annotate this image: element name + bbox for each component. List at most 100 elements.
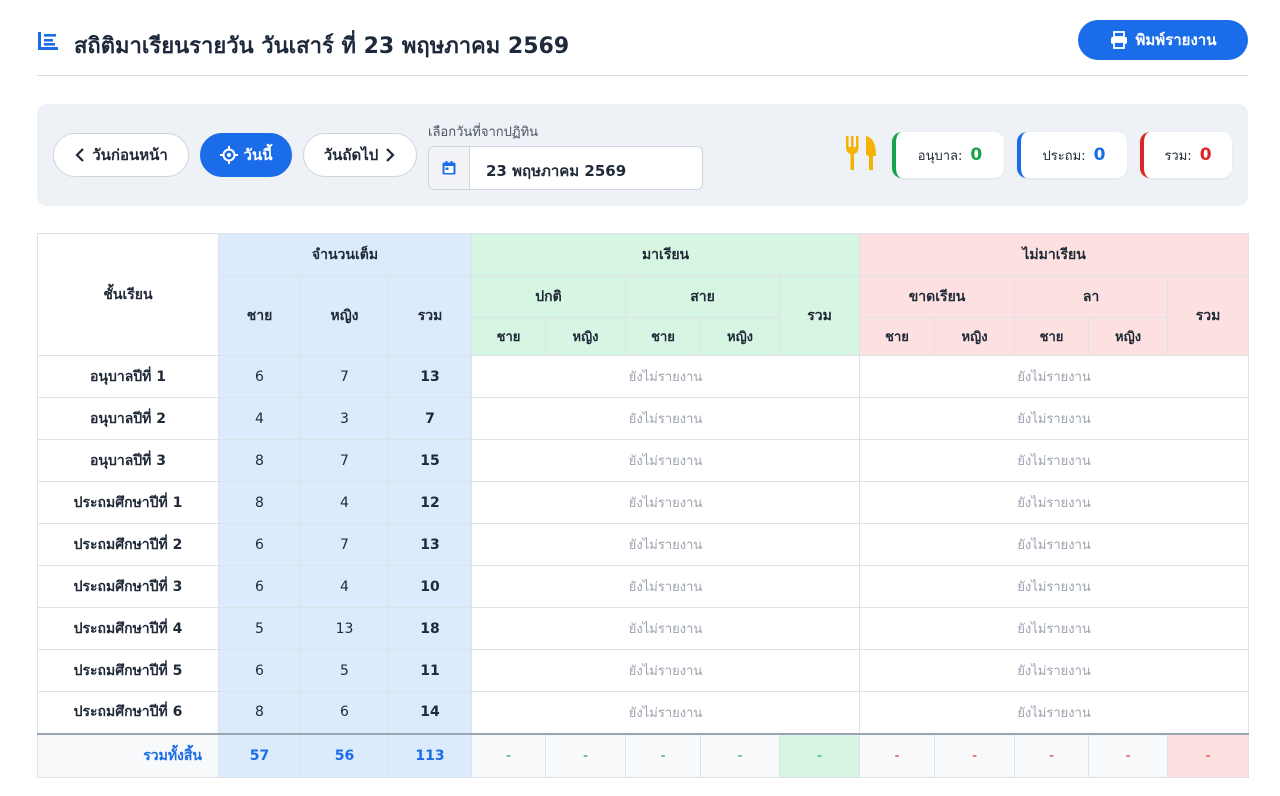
present-status: ยังไม่รายงาน [470, 397, 861, 440]
primary-stat: ประถม: 0 [1017, 132, 1127, 178]
missed-male-header: ชาย [859, 317, 936, 356]
total-late-male: - [625, 732, 701, 778]
date-picker-input[interactable]: 23 พฤษภาคม 2569 [428, 146, 703, 190]
total-count: 7 [388, 397, 472, 440]
next-day-label: วันถัดไป [323, 146, 379, 164]
female-count: 5 [300, 649, 389, 692]
present-status: ยังไม่รายงาน [470, 607, 861, 650]
male-count: 6 [218, 523, 301, 566]
absent-status: ยังไม่รายงาน [859, 397, 1250, 440]
present-status: ยังไม่รายงาน [470, 439, 861, 482]
total-absent-sum: - [1167, 732, 1250, 778]
male-count: 6 [218, 649, 301, 692]
table-row: ประถมศึกษาปีที่ 6 8 6 14 ยังไม่รายงาน ยั… [37, 691, 1250, 734]
total-count: 10 [388, 565, 472, 608]
absent-status: ยังไม่รายงาน [859, 439, 1250, 482]
grand-total-sum: 113 [388, 732, 472, 778]
grade-name: ประถมศึกษาปีที่ 1 [37, 481, 219, 524]
female-count: 7 [300, 439, 389, 482]
late-female-header: หญิง [700, 317, 780, 356]
grand-total-male: 57 [218, 732, 301, 778]
page-title: สถิติมาเรียนรายวัน วันเสาร์ ที่ 23 พฤษภา… [74, 34, 570, 59]
calendar-icon[interactable] [429, 147, 470, 189]
present-status: ยังไม่รายงาน [470, 691, 861, 734]
chevron-right-icon [386, 148, 395, 162]
leave-header: ลา [1014, 275, 1169, 318]
today-label: วันนี้ [243, 146, 273, 164]
total-normal-female: - [545, 732, 626, 778]
total-count: 15 [388, 439, 472, 482]
next-day-button[interactable]: วันถัดไป [303, 133, 417, 177]
previous-day-label: วันก่อนหน้า [92, 146, 168, 164]
female-count: 6 [300, 691, 389, 734]
print-report-button[interactable]: พิมพ์รายงาน [1078, 20, 1248, 60]
full-sum-header: รวม [388, 275, 472, 356]
present-header: มาเรียน [470, 233, 861, 276]
absent-status: ยังไม่รายงาน [859, 649, 1250, 692]
absent-sum-header: รวม [1167, 275, 1250, 356]
today-button[interactable]: วันนี้ [200, 133, 292, 177]
chevron-left-icon [75, 148, 84, 162]
primary-stat-label: ประถม: [1042, 148, 1086, 164]
attendance-table: ชั้นเรียน จำนวนเต็ม มาเรียน ไม่มาเรียน ช… [37, 233, 1250, 778]
male-count: 6 [218, 355, 301, 398]
present-status: ยังไม่รายงาน [470, 565, 861, 608]
present-status: ยังไม่รายงาน [470, 481, 861, 524]
female-count: 13 [300, 607, 389, 650]
present-sum-header: รวม [778, 275, 861, 356]
grade-header: ชั้นเรียน [37, 233, 219, 356]
female-count: 7 [300, 523, 389, 566]
date-picker-label: เลือกวันที่จากปฏิทิน [428, 125, 539, 140]
missed-header: ขาดเรียน [859, 275, 1016, 318]
missed-female-header: หญิง [934, 317, 1016, 356]
normal-male-header: ชาย [471, 317, 546, 356]
absent-status: ยังไม่รายงาน [859, 523, 1250, 566]
absent-header: ไม่มาเรียน [859, 233, 1250, 276]
table-row: อนุบาลปีที่ 3 8 7 15 ยังไม่รายงาน ยังไม่… [37, 439, 1250, 482]
male-count: 4 [218, 397, 301, 440]
total-leave-male: - [1014, 732, 1090, 778]
male-count: 5 [218, 607, 301, 650]
late-header: สาย [625, 275, 780, 318]
male-count: 8 [218, 439, 301, 482]
absent-status: ยังไม่รายงาน [859, 481, 1250, 524]
total-leave-female: - [1088, 732, 1169, 778]
table-row: ประถมศึกษาปีที่ 3 6 4 10 ยังไม่รายงาน ยั… [37, 565, 1250, 608]
grade-name: ประถมศึกษาปีที่ 4 [37, 607, 219, 650]
present-status: ยังไม่รายงาน [470, 355, 861, 398]
total-present-sum: - [778, 732, 861, 778]
late-male-header: ชาย [625, 317, 701, 356]
table-row: อนุบาลปีที่ 2 4 3 7 ยังไม่รายงาน ยังไม่ร… [37, 397, 1250, 440]
total-count: 14 [388, 691, 472, 734]
total-count: 12 [388, 481, 472, 524]
date-toolbar: วันก่อนหน้า วันนี้ วันถัดไป เลือกวันที่จ… [37, 104, 1248, 206]
kindergarten-stat: อนุบาล: 0 [892, 132, 1004, 178]
grade-name: ประถมศึกษาปีที่ 3 [37, 565, 219, 608]
total-late-female: - [700, 732, 780, 778]
absent-status: ยังไม่รายงาน [859, 607, 1250, 650]
table-row: ประถมศึกษาปีที่ 1 8 4 12 ยังไม่รายงาน ยั… [37, 481, 1250, 524]
table-row: อนุบาลปีที่ 1 6 7 13 ยังไม่รายงาน ยังไม่… [37, 355, 1250, 398]
grade-name: อนุบาลปีที่ 2 [37, 397, 219, 440]
total-stat: รวม: 0 [1140, 132, 1232, 178]
female-count: 4 [300, 481, 389, 524]
table-row: ประถมศึกษาปีที่ 2 6 7 13 ยังไม่รายงาน ยั… [37, 523, 1250, 566]
absent-status: ยังไม่รายงาน [859, 355, 1250, 398]
total-stat-label: รวม: [1164, 148, 1192, 164]
total-row: รวมทั้งสิ้น 57 56 113 - - - - - - - - - … [37, 732, 1250, 778]
total-missed-female: - [934, 732, 1016, 778]
utensils-icon [846, 136, 876, 170]
total-missed-male: - [859, 732, 936, 778]
kindergarten-stat-value: 0 [970, 145, 983, 165]
table-row: ประถมศึกษาปีที่ 4 5 13 18 ยังไม่รายงาน ย… [37, 607, 1250, 650]
date-value: 23 พฤษภาคม 2569 [486, 162, 627, 180]
report-list-icon [38, 32, 58, 50]
grade-name: อนุบาลปีที่ 1 [37, 355, 219, 398]
crosshair-icon [219, 146, 238, 164]
full-count-header: จำนวนเต็ม [218, 233, 472, 276]
full-male-header: ชาย [218, 275, 301, 356]
total-count: 18 [388, 607, 472, 650]
total-count: 11 [388, 649, 472, 692]
printer-icon [1110, 31, 1127, 49]
previous-day-button[interactable]: วันก่อนหน้า [53, 133, 189, 177]
